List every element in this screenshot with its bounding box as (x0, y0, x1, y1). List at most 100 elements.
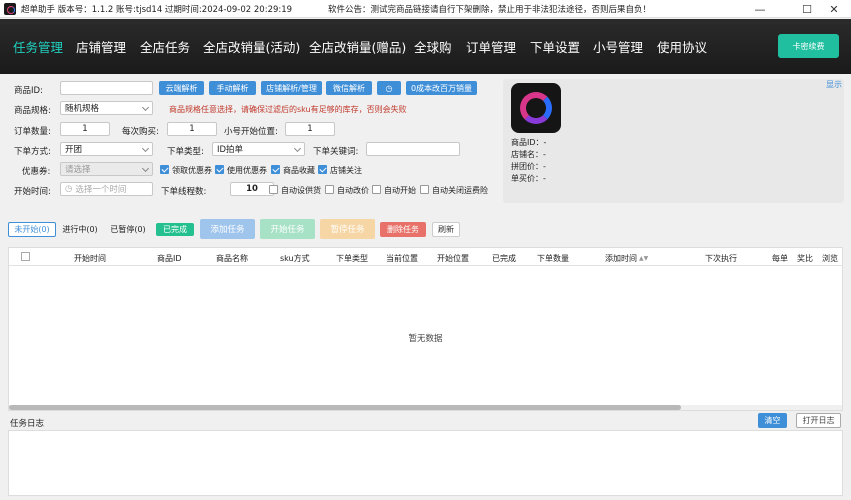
manual-parse-button[interactable]: 手动解析 (209, 81, 256, 95)
get-coupon-label: 领取优惠券 (172, 166, 212, 175)
task-log-area[interactable] (8, 430, 843, 496)
product-id-info: 商品ID：- (511, 138, 547, 147)
auto-close-freight-checkbox[interactable] (420, 185, 429, 194)
zero-cost-sales-button[interactable]: 0成本改百万销量 (406, 81, 477, 95)
header-order-type[interactable]: 下单类型 (336, 253, 368, 264)
header-sku-mode[interactable]: sku方式 (280, 253, 310, 264)
window-title: 超单助手 版本号：1.1.2 账号:tjsd14 过期时间:2024-09-02… (21, 4, 293, 15)
nav-order-settings[interactable]: 下单设置 (530, 37, 580, 56)
header-added-time[interactable]: 添加时间 ▲▼ (605, 253, 648, 264)
nav-task-management[interactable]: 任务管理 (13, 37, 63, 56)
per-buy-input[interactable]: 1 (167, 122, 217, 136)
keyword-label: 下单关键词: (313, 147, 359, 157)
start-task-button[interactable]: 开始任务 (260, 219, 315, 239)
nav-global-buy[interactable]: 全球购 (414, 37, 452, 56)
scrollbar-thumb[interactable] (9, 405, 681, 410)
header-current-position[interactable]: 当前位置 (386, 253, 418, 264)
nav-store-sales-activity[interactable]: 全店改销量(活动) (203, 37, 300, 56)
main-nav: 任务管理 店铺管理 全店任务 全店改销量(活动) 全店改销量(赠品) 全球购 订… (0, 19, 851, 74)
title-bar: 超单助手 版本号：1.1.2 账号:tjsd14 过期时间:2024-09-02… (0, 0, 851, 18)
order-qty-label: 订单数量: (14, 127, 51, 137)
keyword-input[interactable] (366, 142, 460, 156)
header-start-position[interactable]: 开始位置 (437, 253, 469, 264)
order-type-value: ID拍单 (217, 145, 244, 155)
delete-task-button[interactable]: 删除任务 (380, 222, 426, 237)
nav-account-management[interactable]: 小号管理 (593, 37, 643, 56)
header-order-qty[interactable]: 下单数量 (537, 253, 569, 264)
header-per-order[interactable]: 每单 (772, 253, 788, 264)
header-ratio[interactable]: 奖比 (797, 253, 813, 264)
header-product-name[interactable]: 商品名称 (216, 253, 248, 264)
header-completed[interactable]: 已完成 (492, 253, 516, 264)
minimize-button[interactable]: — (743, 0, 777, 18)
auto-ship-checkbox[interactable] (269, 185, 278, 194)
cloud-parse-button[interactable]: 云端解析 (159, 81, 204, 95)
order-qty-input[interactable]: 1 (60, 122, 110, 136)
header-browse[interactable]: 浏览 (822, 253, 838, 264)
coupon-select[interactable]: 请选择 (60, 162, 153, 176)
header-added-time-label: 添加时间 (605, 254, 637, 263)
app-logo-icon (4, 2, 16, 15)
announcement-text: 软件公告：测试完商品链接请自行下架删除，禁止用于非法犯法途径，否则后果自负！ (328, 5, 652, 15)
horizontal-scrollbar[interactable] (9, 405, 842, 410)
clock-icon[interactable]: ◷ (377, 81, 401, 95)
nav-store-management[interactable]: 店铺管理 (76, 37, 126, 56)
task-table: 开始时间 商品ID 商品名称 sku方式 下单类型 当前位置 开始位置 已完成 … (8, 247, 843, 411)
nav-store-sales-gift[interactable]: 全店改销量(赠品) (309, 37, 406, 56)
auto-ship-label: 自动设供货 (281, 186, 321, 195)
empty-state-text: 暂无数据 (408, 334, 443, 344)
product-id-input[interactable] (60, 81, 153, 95)
wechat-parse-button[interactable]: 微信解析 (326, 81, 372, 95)
store-parse-button[interactable]: 店铺解析/管理 (261, 81, 322, 95)
header-product-id[interactable]: 商品ID (157, 253, 182, 264)
nav-order-management[interactable]: 订单管理 (466, 37, 516, 56)
display-link[interactable]: 显示 (826, 79, 842, 90)
order-type-select[interactable]: ID拍单 (212, 142, 305, 156)
spec-select[interactable]: 随机规格 (60, 101, 153, 115)
tab-in-progress[interactable]: 进行中(0) (58, 222, 102, 237)
follow-store-checkbox[interactable] (318, 165, 327, 174)
follow-store-label: 店铺关注 (330, 166, 362, 175)
tab-not-started[interactable]: 未开始(0) (8, 222, 56, 237)
auto-price-label: 自动改价 (337, 186, 369, 195)
use-coupon-label: 使用优惠券 (227, 166, 267, 175)
select-all-checkbox[interactable] (21, 252, 30, 261)
nav-usage-agreement[interactable]: 使用协议 (657, 37, 707, 56)
auto-price-checkbox[interactable] (325, 185, 334, 194)
nav-store-tasks[interactable]: 全店任务 (140, 37, 190, 56)
spec-select-value: 随机规格 (65, 104, 100, 114)
product-logo-icon (520, 92, 552, 124)
start-position-input[interactable]: 1 (285, 122, 335, 136)
spec-warning-text: 商品规格任意选择，请确保过滤后的sku有足够的库存，否则会失败 (169, 105, 407, 114)
chevron-down-icon (141, 103, 150, 112)
get-coupon-checkbox[interactable] (160, 165, 169, 174)
header-next-run[interactable]: 下次执行 (705, 253, 737, 264)
tab-paused[interactable]: 已暂停(0) (106, 222, 150, 237)
close-button[interactable]: ✕ (817, 0, 851, 18)
sort-icon[interactable]: ▲▼ (639, 255, 648, 262)
tab-completed[interactable]: 已完成 (156, 223, 194, 236)
threads-input[interactable]: 10 (230, 182, 274, 196)
open-log-button[interactable]: 打开日志 (796, 413, 841, 428)
clear-log-button[interactable]: 清空 (758, 413, 787, 428)
renew-key-button[interactable]: 卡密续费 (778, 34, 839, 58)
start-position-label: 小号开始位置: (224, 127, 278, 137)
product-id-label: 商品ID: (14, 86, 43, 96)
order-mode-value: 开团 (65, 145, 83, 155)
chevron-down-icon (141, 164, 150, 173)
order-mode-select[interactable]: 开团 (60, 142, 153, 156)
chevron-down-icon (293, 144, 302, 153)
auto-start-checkbox[interactable] (372, 185, 381, 194)
refresh-button[interactable]: 刷新 (432, 222, 460, 237)
add-task-button[interactable]: 添加任务 (200, 219, 255, 239)
use-coupon-checkbox[interactable] (215, 165, 224, 174)
header-start-time[interactable]: 开始时间 (74, 253, 106, 264)
group-price-info: 拼团价：- (511, 162, 546, 171)
chevron-down-icon (141, 144, 150, 153)
pause-task-button[interactable]: 暂停任务 (320, 219, 375, 239)
store-name-info: 店铺名：- (511, 150, 546, 159)
product-image (511, 83, 561, 133)
start-time-input[interactable]: ◷ 选择一个时间 (60, 182, 153, 196)
single-price-info: 单买价：- (511, 174, 546, 183)
favorite-product-checkbox[interactable] (271, 165, 280, 174)
